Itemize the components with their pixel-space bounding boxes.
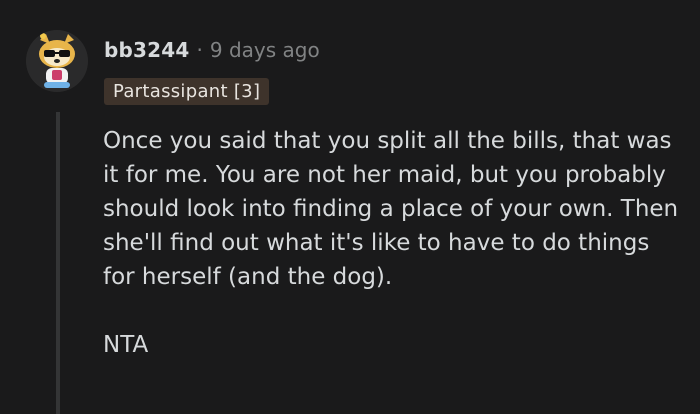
user-avatar-icon[interactable] — [26, 30, 88, 92]
username-link[interactable]: bb3244 — [104, 37, 190, 63]
comment-meta: bb3244 · 9 days ago — [104, 37, 320, 63]
comment-paragraph: NTA — [103, 332, 149, 358]
snoo-avatar-icon — [26, 30, 88, 92]
comment-paragraph: Once you said that you split all the bil… — [103, 128, 679, 290]
comment-timestamp[interactable]: 9 days ago — [210, 37, 320, 63]
meta-separator: · — [196, 38, 203, 62]
comment-body: Once you said that you split all the bil… — [103, 124, 683, 362]
thread-collapse-line[interactable] — [56, 112, 60, 414]
user-flair: Partassipant [3] — [104, 78, 270, 105]
